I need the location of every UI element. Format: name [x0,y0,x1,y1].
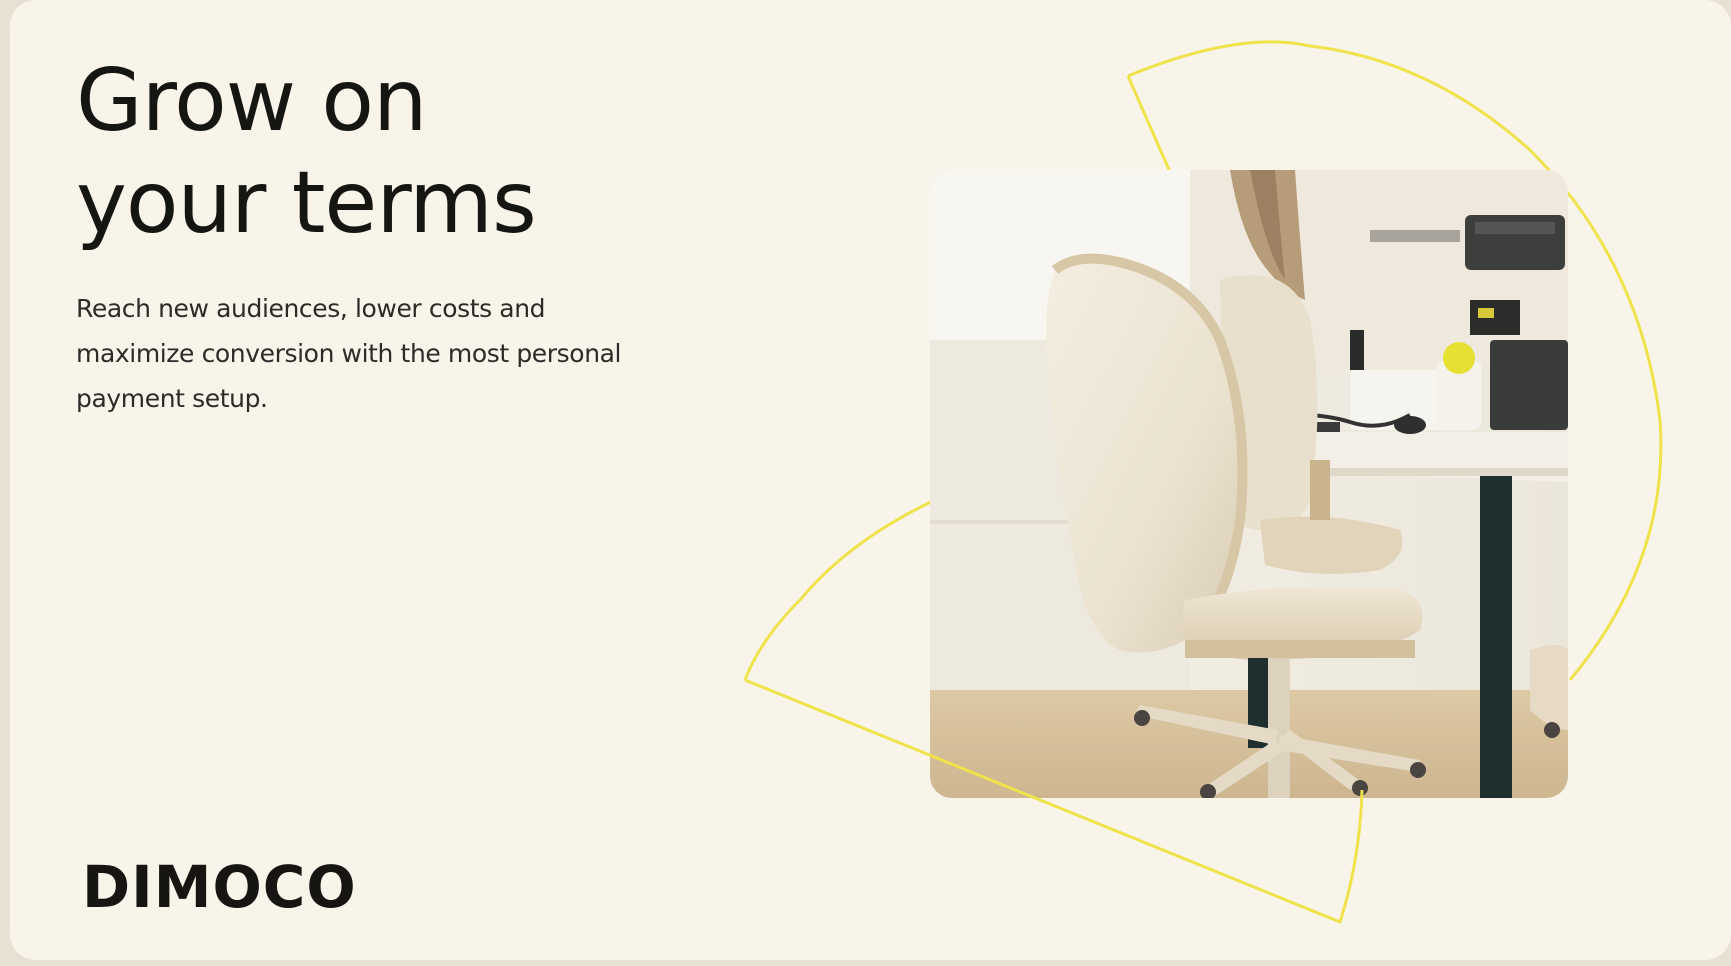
dimoco-logo[interactable]: DIMOCO [82,858,357,916]
office-chair-photo [930,170,1568,798]
office-scene-illustration [930,170,1568,798]
hero-card: Grow on your terms Reach new audiences, … [10,0,1731,960]
